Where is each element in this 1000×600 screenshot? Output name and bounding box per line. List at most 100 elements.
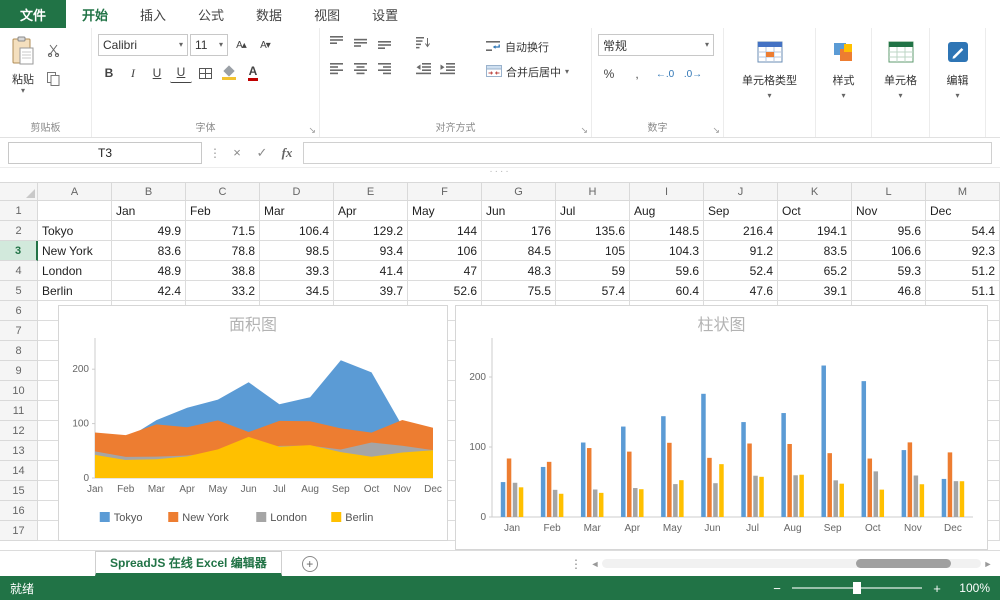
formula-input[interactable] <box>303 141 992 164</box>
align-right-button[interactable] <box>374 61 396 81</box>
cell[interactable]: 135.6 <box>556 221 630 241</box>
align-left-button[interactable] <box>326 61 348 81</box>
zoom-level[interactable]: 100% <box>952 581 990 595</box>
cell[interactable]: 106.4 <box>260 221 334 241</box>
tab-settings[interactable]: 设置 <box>356 0 414 28</box>
merge-center-button[interactable]: 合并后居中 ▾ <box>486 61 569 83</box>
scroll-right-icon[interactable]: ► <box>981 559 995 569</box>
cell[interactable]: 129.2 <box>334 221 408 241</box>
cell[interactable]: 75.5 <box>482 281 556 301</box>
cell[interactable]: Mar <box>260 201 334 221</box>
wrap-text-button[interactable]: 自动换行 <box>486 36 569 58</box>
cell[interactable]: 52.4 <box>704 261 778 281</box>
font-name-select[interactable]: Calibri ▾ <box>98 34 188 56</box>
cell[interactable]: 39.1 <box>778 281 852 301</box>
font-dialog-launcher[interactable]: ↘ <box>308 126 316 135</box>
cell[interactable]: 98.5 <box>260 241 334 261</box>
scrollbar-thumb[interactable] <box>855 559 951 568</box>
row-header[interactable]: 16 <box>0 501 38 521</box>
cell[interactable]: 71.5 <box>186 221 260 241</box>
cell[interactable]: 216.4 <box>704 221 778 241</box>
select-all-corner[interactable] <box>0 182 38 201</box>
name-box[interactable]: T3 <box>8 141 202 164</box>
font-size-select[interactable]: 11 ▾ <box>190 34 228 56</box>
cell[interactable]: 51.1 <box>926 281 1000 301</box>
row-header[interactable]: 3 <box>0 241 38 261</box>
increase-font-size-button[interactable]: A▴ <box>230 35 252 55</box>
increase-decimal-button[interactable]: ←.0 <box>654 64 676 84</box>
cell[interactable]: 93.4 <box>334 241 408 261</box>
cell[interactable]: 46.8 <box>852 281 926 301</box>
percent-style-button[interactable]: % <box>598 64 620 84</box>
row-header[interactable]: 1 <box>0 201 38 221</box>
cell[interactable]: 106.6 <box>852 241 926 261</box>
align-bottom-button[interactable] <box>374 34 396 54</box>
column-header[interactable]: G <box>482 182 556 201</box>
cell[interactable]: Sep <box>704 201 778 221</box>
cell[interactable]: Nov <box>852 201 926 221</box>
decrease-font-size-button[interactable]: A▾ <box>254 35 276 55</box>
font-color-button[interactable]: A <box>242 63 264 83</box>
column-header[interactable]: C <box>186 182 260 201</box>
cell[interactable]: 83.6 <box>112 241 186 261</box>
cut-button[interactable] <box>42 42 64 62</box>
row-header[interactable]: 13 <box>0 441 38 461</box>
column-header[interactable]: J <box>704 182 778 201</box>
copy-button[interactable] <box>42 70 64 90</box>
cell[interactable]: 65.2 <box>778 261 852 281</box>
row-header[interactable]: 4 <box>0 261 38 281</box>
cell[interactable]: 54.4 <box>926 221 1000 241</box>
row-header[interactable]: 14 <box>0 461 38 481</box>
cell[interactable]: 84.5 <box>482 241 556 261</box>
cell[interactable]: 59 <box>556 261 630 281</box>
row-header[interactable]: 7 <box>0 321 38 341</box>
horizontal-scrollbar[interactable]: ◄ ► <box>588 559 1000 569</box>
row-header[interactable]: 9 <box>0 361 38 381</box>
tab-home[interactable]: 开始 <box>66 0 124 28</box>
cell[interactable]: 39.3 <box>260 261 334 281</box>
cell[interactable]: London <box>38 261 112 281</box>
row-header[interactable]: 8 <box>0 341 38 361</box>
alignment-dialog-launcher[interactable]: ↘ <box>580 126 588 135</box>
zoom-in-button[interactable]: + <box>931 581 943 596</box>
cell-type-button[interactable]: 单元格类型 ▾ <box>724 28 816 137</box>
cell[interactable]: 41.4 <box>334 261 408 281</box>
scroll-left-icon[interactable]: ◄ <box>588 559 602 569</box>
cell[interactable]: 95.6 <box>852 221 926 241</box>
cell[interactable]: 33.2 <box>186 281 260 301</box>
tab-view[interactable]: 视图 <box>298 0 356 28</box>
cell[interactable]: 176 <box>482 221 556 241</box>
cell[interactable]: 48.3 <box>482 261 556 281</box>
borders-button[interactable] <box>194 63 216 83</box>
cell[interactable]: Feb <box>186 201 260 221</box>
cell[interactable]: May <box>408 201 482 221</box>
align-top-button[interactable] <box>326 34 348 54</box>
cell[interactable] <box>38 201 112 221</box>
add-sheet-button[interactable]: + <box>301 555 318 572</box>
row-header[interactable]: 11 <box>0 401 38 421</box>
fill-color-button[interactable] <box>218 63 240 83</box>
cell[interactable]: 144 <box>408 221 482 241</box>
decrease-indent-button[interactable] <box>412 61 434 81</box>
cell[interactable]: 148.5 <box>630 221 704 241</box>
cell[interactable]: 47 <box>408 261 482 281</box>
cell[interactable]: 52.6 <box>408 281 482 301</box>
cell[interactable]: 48.9 <box>112 261 186 281</box>
sheetbar-more-icon[interactable]: ⋮ <box>570 557 582 571</box>
underline-button[interactable]: U <box>146 63 168 83</box>
cell[interactable]: Jan <box>112 201 186 221</box>
cell[interactable]: 34.5 <box>260 281 334 301</box>
cell[interactable]: 42.4 <box>112 281 186 301</box>
zoom-slider-thumb[interactable] <box>853 582 861 594</box>
column-header[interactable]: F <box>408 182 482 201</box>
tab-file[interactable]: 文件 <box>0 0 66 28</box>
cell[interactable]: 83.5 <box>778 241 852 261</box>
align-center-button[interactable] <box>350 61 372 81</box>
row-header[interactable]: 10 <box>0 381 38 401</box>
comma-style-button[interactable]: , <box>626 64 648 84</box>
cell[interactable]: Oct <box>778 201 852 221</box>
column-header[interactable]: D <box>260 182 334 201</box>
row-header[interactable]: 17 <box>0 521 38 541</box>
cell[interactable]: 59.6 <box>630 261 704 281</box>
cell[interactable]: Tokyo <box>38 221 112 241</box>
